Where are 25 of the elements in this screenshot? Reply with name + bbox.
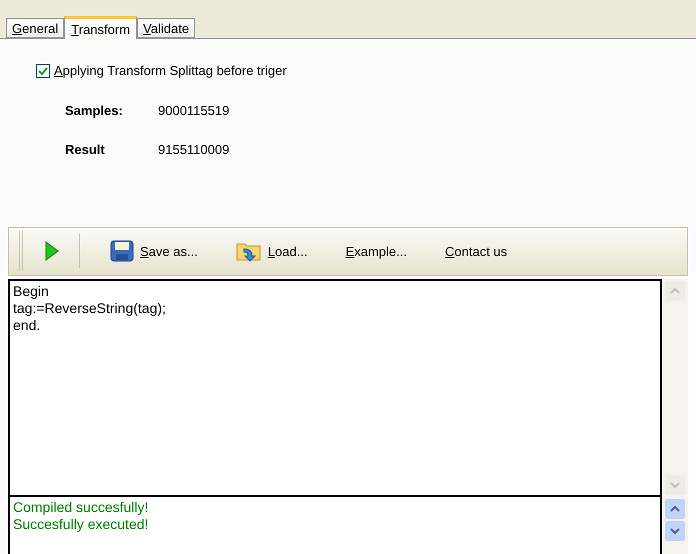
checkbox[interactable]	[36, 64, 50, 78]
field-label: Samples:	[65, 102, 124, 120]
code-line: end.	[13, 317, 42, 334]
toolbar-button[interactable]: Load...	[236, 239, 308, 264]
tab[interactable]: General	[6, 18, 64, 38]
scroll-down-icon[interactable]	[665, 521, 686, 541]
tab[interactable]: Validate	[137, 18, 196, 38]
scroll-up-icon[interactable]	[665, 499, 686, 519]
code-editor[interactable]: Begin tag:=ReverseString(tag); end.	[8, 279, 662, 497]
run-button[interactable]	[45, 241, 59, 262]
code-line: Begin	[13, 283, 50, 300]
toolbar-button[interactable]: Example...	[346, 242, 407, 262]
field-value: 9000115519	[158, 102, 230, 120]
toolbar-button[interactable]: Contact us	[445, 242, 508, 262]
field-value: 9155110009	[158, 141, 230, 160]
play-icon	[45, 241, 59, 262]
scrollbar[interactable]	[662, 497, 688, 554]
code-line: tag:=ReverseString(tag);	[13, 300, 167, 317]
log-line: Succesfully executed!	[13, 516, 150, 533]
log-line: Compiled succesfully!	[13, 499, 150, 516]
toolbar-button[interactable]: Save as...	[110, 239, 198, 264]
field-label: Result	[65, 141, 106, 160]
tab[interactable]: Transform	[64, 16, 138, 40]
checkbox-label[interactable]: Applying Transform Splittag before triger	[54, 61, 287, 81]
toolbar-grip[interactable]	[19, 231, 23, 272]
